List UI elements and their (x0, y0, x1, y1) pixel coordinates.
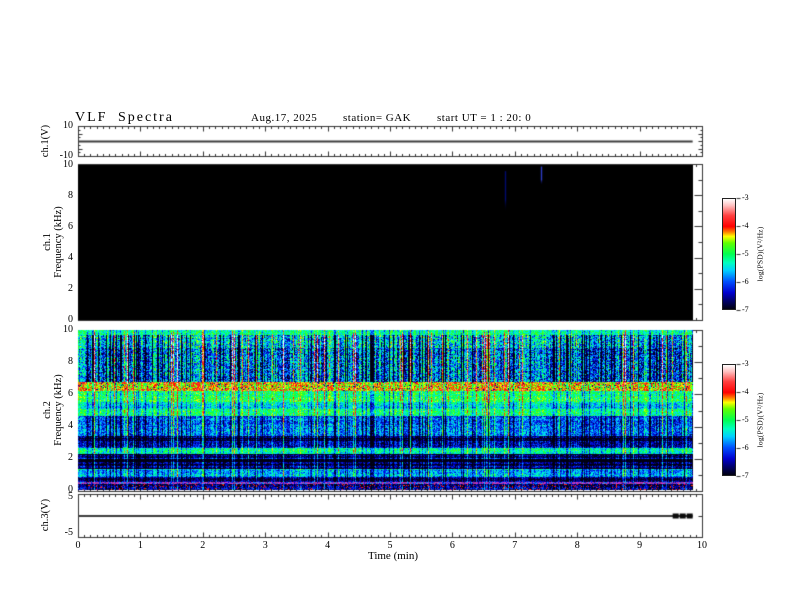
ch3v-ytick: 5 (68, 491, 73, 502)
spec1-ytick: 8 (68, 190, 73, 201)
colorbar2-tick: -6 (742, 443, 749, 452)
x-tick: 10 (697, 540, 707, 551)
colorbar2-tick: -3 (742, 359, 749, 368)
plot-canvas (0, 0, 792, 612)
colorbar2-tick: -5 (742, 415, 749, 424)
vlf-spectra-plot: VLF Spectra Aug.17, 2025 station= GAK st… (0, 0, 792, 612)
x-tick: 2 (200, 540, 206, 551)
x-tick: 1 (137, 540, 143, 551)
ch3v-axis-label: ch.3(V) (39, 498, 51, 532)
date-label: Aug.17, 2025 (251, 112, 318, 124)
colorbar-ch2 (722, 364, 736, 476)
x-tick: 6 (449, 540, 455, 551)
colorbar2-tick: -7 (742, 471, 749, 480)
colorbar1-tick: -4 (742, 221, 749, 230)
page-title: VLF Spectra (75, 110, 174, 125)
colorbar-ch1 (722, 198, 736, 310)
colorbar1-tick: -5 (742, 249, 749, 258)
spec1-axis-label-line2: Frequency (kHz) (53, 206, 64, 278)
start-ut-label: start UT = 1 : 20: 0 (437, 112, 532, 124)
colorbar1-title: log(PSD)(V²/Hz) (755, 226, 765, 282)
ch3v-ytick: -5 (64, 527, 73, 538)
ch1v-axis-label: ch.1(V) (39, 124, 51, 158)
spec2-axis-label-line2: Frequency (kHz) (53, 374, 64, 446)
x-tick: 7 (512, 540, 518, 551)
spec2-ytick: 8 (68, 356, 73, 367)
spec2-ytick: 4 (68, 420, 73, 431)
spec2-ytick: 2 (68, 452, 73, 463)
spec1-ytick: 2 (68, 283, 73, 294)
spec1-axis-label-line1: ch.1 (42, 233, 53, 251)
spec2-axis-label: ch.2 Frequency (kHz) (42, 374, 64, 445)
x-tick: 4 (325, 540, 331, 551)
x-axis-title: Time (min) (367, 550, 419, 562)
spec1-ytick: 6 (68, 221, 73, 232)
colorbar2-tick: -4 (742, 387, 749, 396)
spec2-ytick: 10 (63, 324, 73, 335)
colorbar1-tick: -6 (742, 277, 749, 286)
colorbar1-tick: -3 (742, 193, 749, 202)
spec2-ytick: 6 (68, 388, 73, 399)
x-tick: 8 (574, 540, 580, 551)
x-tick: 9 (637, 540, 643, 551)
spec1-ytick: 10 (63, 159, 73, 170)
spec2-axis-label-line1: ch.2 (42, 401, 53, 419)
x-tick: 5 (387, 540, 393, 551)
colorbar2-title: log(PSD)(V²/Hz) (755, 392, 765, 448)
ch1v-ytick: 10 (63, 120, 73, 131)
spec1-ytick: 4 (68, 252, 73, 263)
x-tick: 3 (262, 540, 268, 551)
station-label: station= GAK (343, 112, 412, 124)
x-tick: 0 (75, 540, 81, 551)
spec1-axis-label: ch.1 Frequency (kHz) (42, 206, 64, 277)
colorbar1-tick: -7 (742, 305, 749, 314)
